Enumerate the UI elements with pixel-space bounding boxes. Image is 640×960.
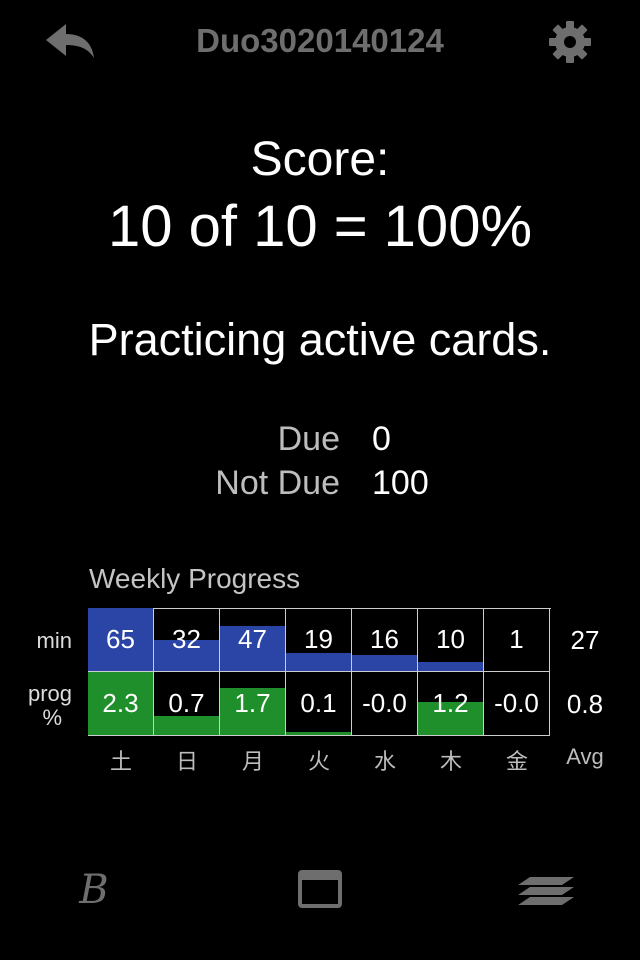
card-view-button[interactable] [290, 862, 350, 916]
day-label: 木 [439, 749, 462, 774]
prog-cell: -0.0 [352, 672, 418, 736]
min-row-label: min [36, 628, 72, 653]
prog-cell: 1.2 [418, 672, 484, 736]
prog-cell: 1.7 [220, 672, 286, 736]
practice-mode-text: Practicing active cards. [88, 314, 552, 365]
day-label: 火 [307, 749, 330, 774]
due-label: Due [277, 420, 340, 458]
due-value: 0 [372, 420, 391, 458]
score-value: 10 of 10 = 100% [107, 194, 533, 259]
stack-button[interactable] [516, 862, 576, 916]
stack-icon [518, 877, 574, 905]
min-value: 32 [172, 624, 201, 654]
min-value: 65 [106, 624, 135, 654]
min-value: 19 [304, 624, 333, 654]
prog-value: 2.3 [102, 688, 139, 718]
prog-cell: -0.0 [484, 672, 550, 736]
settings-button[interactable] [546, 18, 594, 66]
day-label: 水 [373, 749, 396, 774]
min-value: 47 [238, 624, 267, 654]
top-bar: Duo3020140124 [0, 0, 640, 88]
prog-cell: 2.3 [88, 672, 154, 736]
min-cell: 19 [286, 608, 352, 672]
prog-cell: 0.7 [154, 672, 220, 736]
not-due-value: 100 [372, 464, 429, 502]
min-cell: 65 [88, 608, 154, 672]
prog-value: 0.1 [300, 688, 337, 718]
svg-text:B: B [78, 867, 108, 911]
min-cell: 32 [154, 608, 220, 672]
deck-title: Duo3020140124 [196, 22, 444, 59]
day-label: 月 [241, 749, 264, 774]
min-value: 10 [436, 624, 465, 654]
script-b-icon: B [78, 867, 108, 911]
prog-row-label-unit: % [42, 705, 62, 730]
card-icon [298, 870, 342, 908]
min-avg-value: 27 [570, 625, 600, 655]
prog-cell: 0.1 [286, 672, 352, 736]
day-label: 土 [109, 749, 132, 774]
prog-value: 1.7 [234, 688, 271, 718]
min-cell: 1 [484, 608, 550, 672]
score-label: Score: [250, 133, 390, 186]
prog-value: -0.0 [362, 688, 407, 718]
weekly-progress-grid: 65 2.3 32 0.7 47 1.7 19 0.1 16 -0.0 10 1.2 1 -0.0 [88, 608, 551, 736]
script-b-button[interactable]: B [64, 862, 124, 916]
weekly-progress-title: Weekly Progress [89, 563, 301, 594]
min-cell: 47 [220, 608, 286, 672]
min-value: 16 [370, 624, 399, 654]
avg-label: Avg [566, 744, 604, 769]
gear-icon [549, 21, 591, 63]
day-label: 日 [175, 749, 198, 774]
day-label: 金 [505, 749, 528, 774]
prog-value: -0.0 [494, 688, 539, 718]
min-value: 1 [509, 624, 524, 654]
min-cell: 16 [352, 608, 418, 672]
prog-value: 0.7 [168, 688, 205, 718]
min-cell: 10 [418, 608, 484, 672]
prog-row-label: prog [27, 681, 72, 706]
not-due-label: Not Due [215, 464, 340, 502]
prog-avg-value: 0.8 [566, 689, 604, 719]
prog-value: 1.2 [432, 688, 469, 718]
